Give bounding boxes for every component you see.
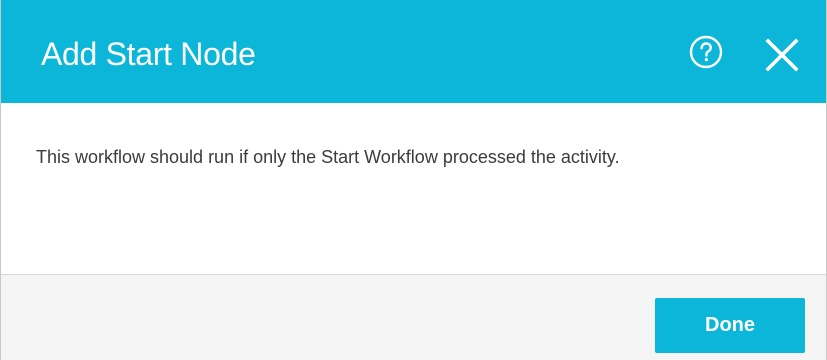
dialog-footer: Done bbox=[1, 274, 826, 360]
add-start-node-dialog: Add Start Node This workflow should run … bbox=[0, 0, 827, 360]
dialog-body: This workflow should run if only the Sta… bbox=[1, 103, 826, 275]
dialog-header: Add Start Node bbox=[1, 0, 826, 103]
help-icon[interactable] bbox=[689, 35, 723, 69]
workflow-message: This workflow should run if only the Sta… bbox=[36, 147, 620, 167]
close-icon[interactable] bbox=[763, 36, 801, 74]
dialog-title: Add Start Node bbox=[41, 36, 256, 72]
done-button[interactable]: Done bbox=[655, 298, 805, 353]
